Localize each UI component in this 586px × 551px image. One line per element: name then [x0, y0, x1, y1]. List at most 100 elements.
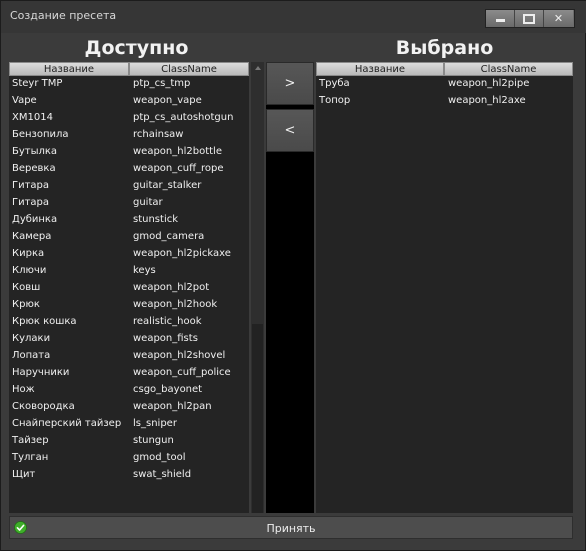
- selected-row-classname: weapon_hl2axe: [448, 95, 526, 106]
- available-row-classname: weapon_cuff_rope: [133, 163, 224, 174]
- selected-row[interactable]: Топор weapon_hl2axe: [316, 93, 573, 110]
- accept-label: Принять: [266, 522, 316, 535]
- window-controls: ✕: [485, 9, 575, 28]
- available-row[interactable]: Гитара guitar_stalker: [9, 178, 249, 195]
- available-row-classname: stunstick: [133, 214, 179, 225]
- available-row-classname: rchainsaw: [133, 129, 184, 140]
- available-row[interactable]: Ковш weapon_hl2pot: [9, 280, 249, 297]
- available-row-classname: ptp_cs_tmp: [133, 78, 191, 89]
- available-row[interactable]: XM1014 ptp_cs_autoshotgun: [9, 110, 249, 127]
- available-row-name: Наручники: [12, 367, 70, 378]
- available-row-classname: weapon_vape: [133, 95, 202, 106]
- close-icon: ✕: [553, 12, 564, 25]
- available-row-classname: keys: [133, 265, 156, 276]
- selected-row-classname: weapon_hl2pipe: [448, 78, 530, 89]
- available-row-name: Steyr TMP: [12, 78, 63, 89]
- available-row-name: Ключи: [12, 265, 47, 276]
- available-row-classname: csgo_bayonet: [133, 384, 203, 395]
- available-row[interactable]: Наручники weapon_cuff_police: [9, 365, 249, 382]
- selected-row[interactable]: Труба weapon_hl2pipe: [316, 76, 573, 93]
- available-row-name: Ковш: [12, 282, 41, 293]
- available-row[interactable]: Тулган gmod_tool: [9, 450, 249, 467]
- available-row-classname: weapon_hl2shovel: [133, 350, 226, 361]
- available-row[interactable]: Тайзер stungun: [9, 433, 249, 450]
- available-row[interactable]: Щит swat_shield: [9, 467, 249, 484]
- available-row[interactable]: Снайперский тайзер ls_sniper: [9, 416, 249, 433]
- available-row-name: Крюк: [12, 299, 40, 310]
- available-row-classname: gmod_camera: [133, 231, 205, 242]
- available-row[interactable]: Гитара guitar: [9, 195, 249, 212]
- available-row-name: Vape: [12, 95, 37, 106]
- available-row-name: Дубинка: [12, 214, 58, 225]
- available-row-classname: weapon_hl2pot: [133, 282, 210, 293]
- available-row-name: XM1014: [12, 112, 53, 123]
- available-row[interactable]: Steyr TMP ptp_cs_tmp: [9, 76, 249, 93]
- available-row-name: Щит: [12, 469, 36, 480]
- available-row-name: Бутылка: [12, 146, 58, 157]
- available-row-name: Тулган: [12, 452, 49, 463]
- available-row-name: Снайперский тайзер: [12, 418, 122, 429]
- available-row[interactable]: Крюк кошка realistic_hook: [9, 314, 249, 331]
- available-row[interactable]: Дубинка stunstick: [9, 212, 249, 229]
- available-row-name: Кулаки: [12, 333, 51, 344]
- available-row[interactable]: Веревка weapon_cuff_rope: [9, 161, 249, 178]
- available-row[interactable]: Кулаки weapon_fists: [9, 331, 249, 348]
- available-row-classname: weapon_cuff_police: [133, 367, 231, 378]
- maximize-button[interactable]: [515, 10, 544, 27]
- available-row[interactable]: Нож csgo_bayonet: [9, 382, 249, 399]
- available-row[interactable]: Бензопила rchainsaw: [9, 127, 249, 144]
- selected-header-classname[interactable]: ClassName: [444, 62, 573, 76]
- available-list[interactable]: Название ClassName Steyr TMP ptp_cs_tmp Va…: [9, 62, 249, 513]
- available-row[interactable]: Бутылка weapon_hl2bottle: [9, 144, 249, 161]
- title-bar[interactable]: Создание пресета ✕: [1, 1, 586, 33]
- available-rows: Steyr TMP ptp_cs_tmp Vape weapon_vape XM1014…: [9, 76, 249, 484]
- maximize-icon: [523, 13, 535, 24]
- available-row-name: Сковородка: [12, 401, 75, 412]
- selected-list[interactable]: Название ClassName Труба weapon_hl2pipe То…: [316, 62, 573, 513]
- available-row-classname: ptp_cs_autoshotgun: [133, 112, 234, 123]
- selected-rows: Труба weapon_hl2pipe Топор weapon_hl2axe: [316, 76, 573, 110]
- available-scrollbar[interactable]: [251, 62, 264, 513]
- available-row-name: Веревка: [12, 163, 56, 174]
- available-row-name: Бензопила: [12, 129, 69, 140]
- available-row-classname: swat_shield: [133, 469, 192, 480]
- add-button[interactable]: >: [266, 62, 314, 105]
- scroll-up-icon: [254, 66, 261, 70]
- available-header-classname[interactable]: ClassName: [129, 62, 249, 76]
- selected-row-name: Топор: [319, 95, 351, 106]
- available-row-classname: gmod_tool: [133, 452, 186, 463]
- available-row-classname: weapon_hl2bottle: [133, 146, 222, 157]
- available-row[interactable]: Камера gmod_camera: [9, 229, 249, 246]
- available-row-name: Нож: [12, 384, 35, 395]
- available-row[interactable]: Кирка weapon_hl2pickaxe: [9, 246, 249, 263]
- available-header-name[interactable]: Название: [9, 62, 129, 76]
- scroll-thumb[interactable]: [252, 324, 263, 513]
- available-row-name: Крюк кошка: [12, 316, 77, 327]
- available-row-classname: stungun: [133, 435, 174, 446]
- selected-header-name[interactable]: Название: [316, 62, 444, 76]
- available-row-classname: weapon_hl2hook: [133, 299, 218, 310]
- available-row-name: Гитара: [12, 180, 50, 191]
- available-title: Доступно: [84, 37, 189, 59]
- close-button[interactable]: ✕: [544, 10, 573, 27]
- preset-window: Создание пресета ✕ Доступно Выбрано Назв…: [0, 0, 586, 551]
- available-row-classname: guitar_stalker: [133, 180, 202, 191]
- available-row-name: Камера: [12, 231, 52, 242]
- minimize-icon: [495, 19, 505, 22]
- selected-title: Выбрано: [395, 37, 494, 59]
- accept-button[interactable]: Принять: [9, 516, 573, 539]
- available-row-classname: ls_sniper: [133, 418, 177, 429]
- available-row-classname: weapon_fists: [133, 333, 198, 344]
- available-row[interactable]: Сковородка weapon_hl2pan: [9, 399, 249, 416]
- available-row[interactable]: Крюк weapon_hl2hook: [9, 297, 249, 314]
- available-row-classname: weapon_hl2pickaxe: [133, 248, 231, 259]
- available-row[interactable]: Лопата weapon_hl2shovel: [9, 348, 249, 365]
- remove-button[interactable]: <: [266, 109, 314, 152]
- available-row-name: Гитара: [12, 197, 50, 208]
- available-row[interactable]: Vape weapon_vape: [9, 93, 249, 110]
- minimize-button[interactable]: [486, 10, 515, 27]
- scroll-up-button[interactable]: [251, 62, 264, 74]
- available-row[interactable]: Ключи keys: [9, 263, 249, 280]
- selected-row-name: Труба: [319, 78, 350, 89]
- available-row-name: Лопата: [12, 350, 51, 361]
